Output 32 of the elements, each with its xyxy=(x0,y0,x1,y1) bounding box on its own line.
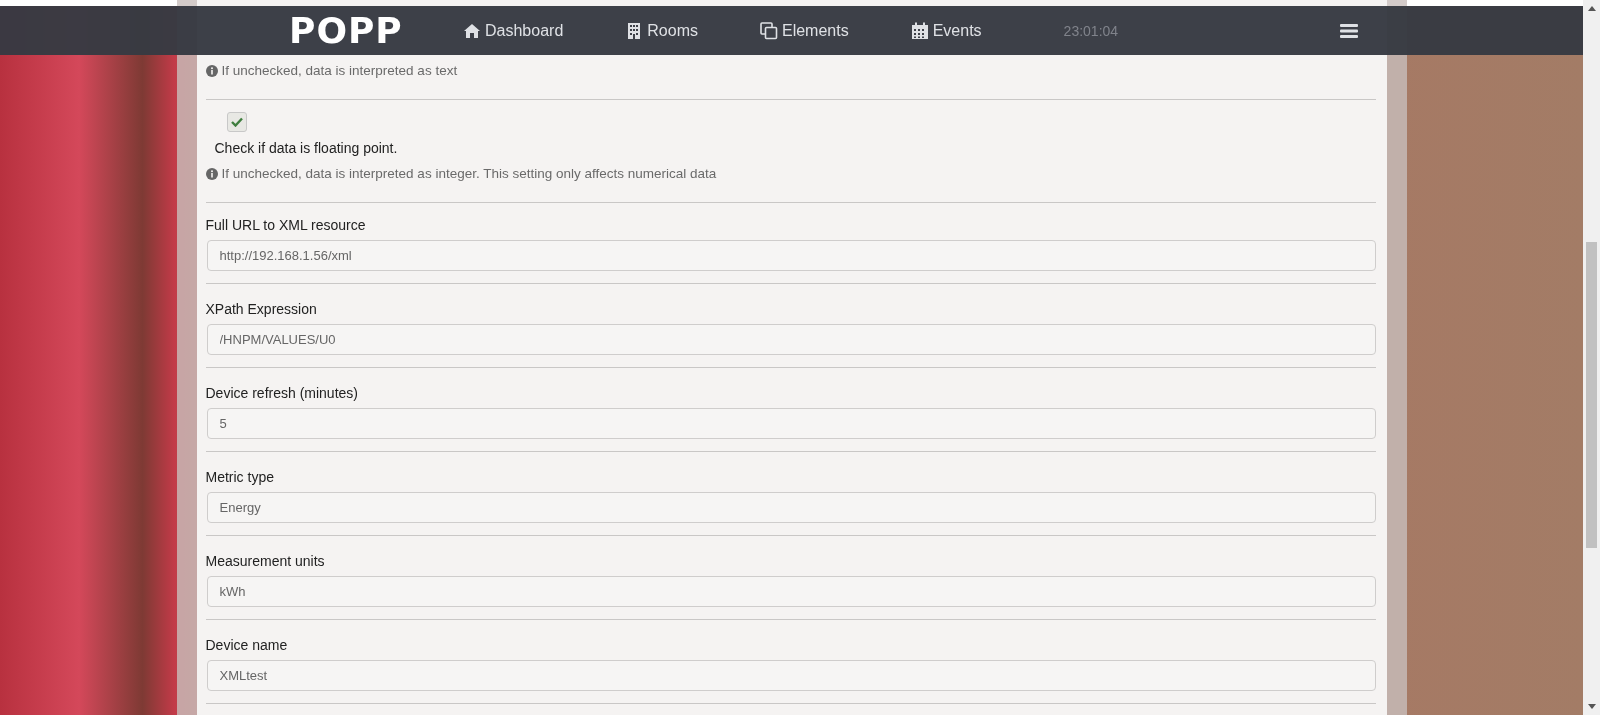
checkbox[interactable] xyxy=(226,112,247,132)
menu-icon[interactable] xyxy=(1340,22,1359,39)
house-icon xyxy=(463,21,481,40)
info-icon xyxy=(205,64,218,77)
nav-link[interactable]: Rooms xyxy=(625,21,698,40)
input-field[interactable]: 5 xyxy=(206,408,1376,439)
field-label: Device name xyxy=(205,637,289,653)
input-field[interactable]: Energy xyxy=(206,492,1376,523)
scroll-up-icon[interactable] xyxy=(1587,6,1596,11)
field-label: Full URL to XML resource xyxy=(205,217,367,233)
field-label: Metric type xyxy=(205,469,275,485)
input-field[interactable]: XMLtest xyxy=(206,660,1376,691)
copy-icon xyxy=(759,21,778,40)
logo: POPP xyxy=(289,12,404,49)
nav-link[interactable]: Elements xyxy=(759,21,849,40)
input-field[interactable]: http://192.168.1.56/xml xyxy=(206,240,1376,271)
field-label: XPath Expression xyxy=(205,301,318,317)
nav-link[interactable]: Dashboard xyxy=(463,21,564,40)
info-icon xyxy=(205,167,218,180)
clock-time: 23:01:04 xyxy=(1063,22,1119,39)
input-field[interactable]: /HNPM/VALUES/U0 xyxy=(206,324,1376,355)
scrollbar-thumb[interactable] xyxy=(1586,242,1597,548)
hint-text: If unchecked, data is interpreted as integer. This setting only affects numerical data xyxy=(221,166,717,181)
checkbox-label: Check if data is floating point. xyxy=(214,140,399,156)
calendar-icon xyxy=(910,21,929,40)
check-icon xyxy=(230,117,243,127)
nav-link[interactable]: Events xyxy=(910,21,982,40)
field-label: Measurement units xyxy=(205,553,326,569)
scroll-down-icon[interactable] xyxy=(1587,704,1596,709)
hint-text: If unchecked, data is interpreted as text xyxy=(221,63,458,78)
input-field[interactable]: kWh xyxy=(206,576,1376,607)
field-label: Device refresh (minutes) xyxy=(205,385,359,401)
